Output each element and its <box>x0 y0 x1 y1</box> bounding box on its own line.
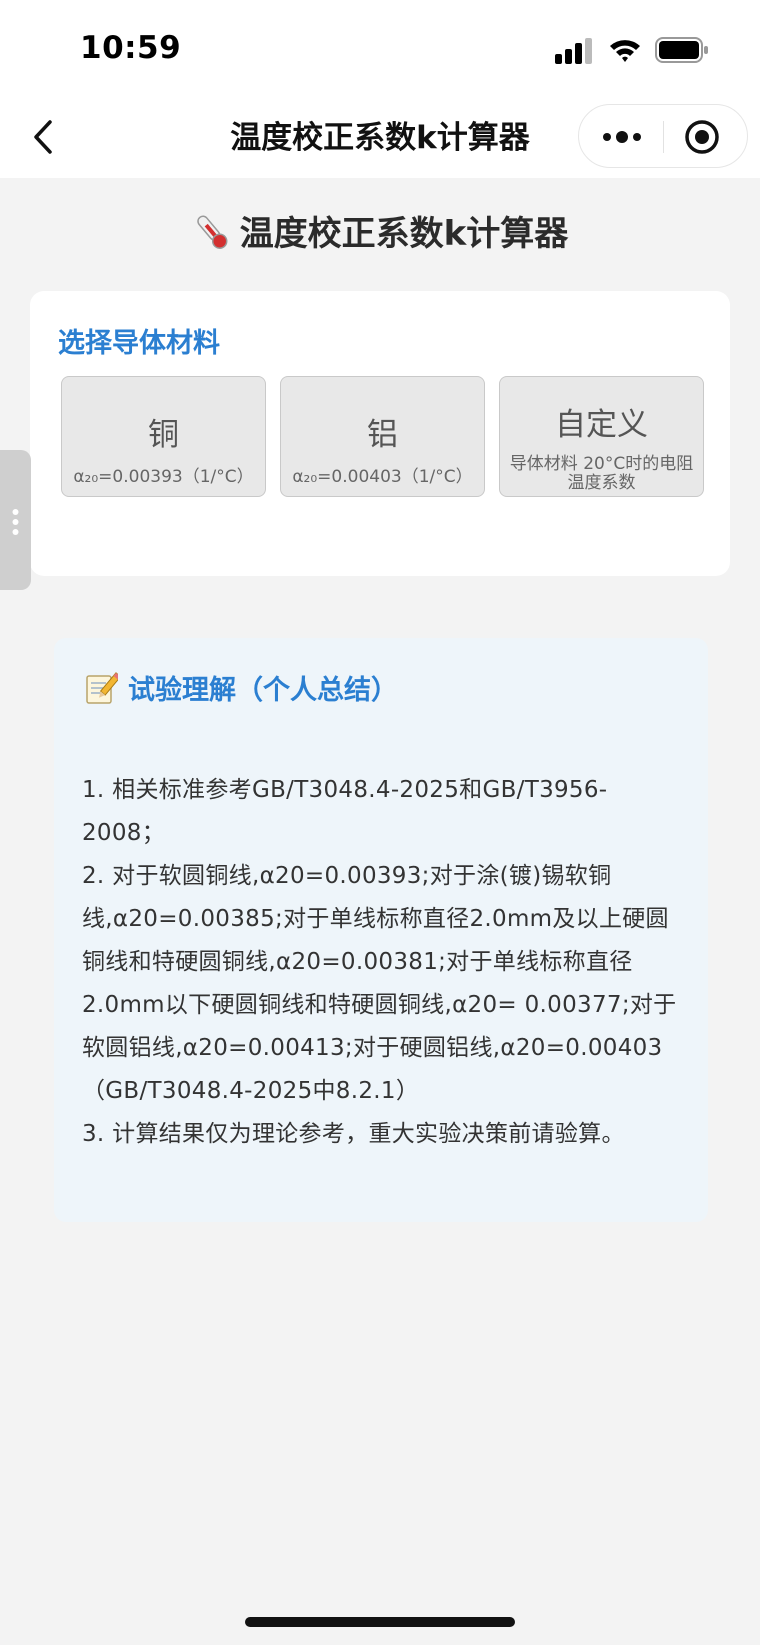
note-item: 2. 对于软圆铜线,α20=0.00393;对于涂(镀)锡软铜线,α20=0.0… <box>82 863 677 1104</box>
side-drawer-handle[interactable] <box>0 450 31 590</box>
nav-bar: 温度校正系数k计算器 <box>0 100 760 178</box>
mini-program-capsule <box>578 104 748 168</box>
cellular-signal-icon <box>555 38 592 64</box>
option-desc: α₂₀=0.00403（1/°C） <box>292 467 473 487</box>
vertical-dots-icon <box>12 509 19 535</box>
thermometer-icon <box>196 215 228 249</box>
option-desc: 导体材料 20°C时的电阻温度系数 <box>509 454 694 493</box>
note-item: 1. 相关标准参考GB/T3048.4-2025和GB/T3956-2008； <box>82 777 608 846</box>
page-title-text: 温度校正系数k计算器 <box>239 214 569 254</box>
memo-icon <box>86 672 118 704</box>
note-item: 3. 计算结果仅为理论参考，重大实验决策前请验算。 <box>82 1121 625 1147</box>
material-card: 选择导体材料 铜 α₂₀=0.00393（1/°C） 铝 α₂₀=0.00403… <box>30 291 730 576</box>
option-name: 铜 <box>148 417 179 453</box>
option-name: 铝 <box>367 417 398 453</box>
more-dots-icon[interactable] <box>601 122 643 152</box>
notes-card: 试验理解（个人总结） 1. 相关标准参考GB/T3048.4-2025和GB/T… <box>54 638 708 1222</box>
material-option-custom[interactable]: 自定义 导体材料 20°C时的电阻温度系数 <box>499 376 704 497</box>
notes-heading-text: 试验理解（个人总结） <box>128 675 398 706</box>
wifi-icon <box>610 40 640 62</box>
target-close-icon[interactable] <box>684 119 720 155</box>
home-indicator <box>245 1617 515 1627</box>
status-time: 10:59 <box>80 30 182 66</box>
battery-icon <box>655 37 708 63</box>
material-option-aluminum[interactable]: 铝 α₂₀=0.00403（1/°C） <box>280 376 485 497</box>
material-option-copper[interactable]: 铜 α₂₀=0.00393（1/°C） <box>61 376 266 497</box>
notes-heading: 试验理解（个人总结） <box>84 668 398 707</box>
option-name: 自定义 <box>555 407 648 443</box>
page-title: 温度校正系数k计算器 <box>0 206 760 255</box>
status-bar: 10:59 <box>0 0 760 100</box>
notes-list: 1. 相关标准参考GB/T3048.4-2025和GB/T3956-2008； … <box>82 769 682 1156</box>
capsule-divider <box>663 121 664 153</box>
option-desc: α₂₀=0.00393（1/°C） <box>73 467 254 487</box>
material-heading: 选择导体材料 <box>58 328 220 359</box>
